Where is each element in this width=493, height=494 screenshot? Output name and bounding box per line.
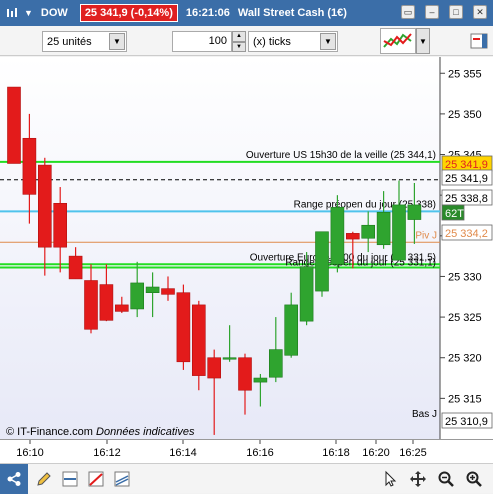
pan-icon[interactable] — [408, 469, 428, 489]
price-tick-label: 25 325 — [448, 312, 482, 324]
candle-body — [115, 304, 129, 312]
level-label: Piv J — [415, 230, 437, 241]
price-tag: 25 310,9 — [445, 416, 488, 428]
chevron-down-icon[interactable]: ▼ — [109, 33, 125, 50]
candle-body — [207, 357, 221, 379]
close-icon[interactable]: ✕ — [473, 5, 487, 19]
price-tag: 25 341,9 — [445, 159, 488, 171]
candle-body — [22, 137, 37, 195]
candlestick-chart[interactable]: Ouverture US 15h30 de la veille (25 344,… — [0, 57, 493, 439]
share-icon[interactable] — [0, 464, 28, 494]
symbol-label[interactable]: DOW — [41, 7, 68, 19]
candle-body — [238, 357, 252, 391]
chart-area[interactable]: Ouverture US 15h30 de la veille (25 344,… — [0, 57, 493, 439]
clock-label: 16:21:06 — [185, 7, 230, 19]
price-tick-label: 25 320 — [448, 353, 482, 365]
candle-body — [268, 349, 283, 378]
price-tag: 25 334,2 — [445, 228, 488, 240]
tick-count-input[interactable]: 100 — [172, 31, 232, 52]
candle-body — [161, 288, 175, 295]
indicators-icon — [383, 33, 412, 48]
time-tick-label: 16:10 — [16, 447, 44, 459]
price-tag: 25 338,8 — [445, 193, 488, 205]
level-label: Ouverture US 15h30 de la veille (25 344,… — [246, 150, 436, 161]
chart-type-icon[interactable] — [6, 7, 18, 19]
source-note: Données indicatives — [96, 426, 195, 438]
chevron-down-icon[interactable]: ▼ — [416, 28, 430, 54]
units-select[interactable]: 25 unités ▼ — [42, 31, 127, 52]
candle-body — [392, 204, 406, 261]
chevron-down-icon[interactable]: ▼ — [24, 8, 33, 18]
data-source: © IT-Finance.com Données indicatives — [6, 426, 194, 438]
time-tick-label: 16:20 — [362, 447, 390, 459]
candle-body — [68, 255, 83, 280]
trendline-tool-icon[interactable] — [86, 469, 106, 489]
time-tick-label: 16:18 — [322, 447, 350, 459]
instrument-name: Wall Street Cash (1€) — [237, 7, 347, 19]
pencil-icon[interactable] — [34, 469, 54, 489]
candle-body — [130, 282, 144, 310]
candle-body — [253, 377, 268, 383]
indicators-button[interactable] — [380, 28, 416, 54]
spin-up-icon[interactable]: ▲ — [232, 31, 246, 42]
candle-body — [330, 207, 345, 265]
price-tick-label: 25 330 — [448, 271, 482, 283]
time-tick-label: 16:14 — [169, 447, 197, 459]
candle-body — [299, 266, 314, 322]
price-tag: 62T — [445, 208, 464, 220]
price-tag: 25 341,9 — [445, 173, 488, 185]
candle-body — [345, 233, 360, 240]
source-provider: © IT-Finance.com — [6, 426, 93, 438]
candle-body — [407, 204, 422, 220]
candle-body — [99, 284, 114, 321]
period-value: (x) ticks — [253, 35, 291, 48]
price-tick-label: 25 355 — [448, 68, 482, 80]
candle-body — [7, 86, 21, 164]
title-bar: ▼ DOW 25 341,9 (-0,14%) 16:21:06 Wall St… — [0, 0, 493, 26]
period-select[interactable]: (x) ticks ▼ — [248, 31, 338, 52]
channel-tool-icon[interactable] — [112, 469, 132, 489]
candle-body — [284, 304, 299, 356]
candle-body — [315, 231, 329, 292]
price-tick-label: 25 350 — [448, 109, 482, 121]
zoom-in-icon[interactable] — [464, 469, 484, 489]
side-panel-icon[interactable] — [468, 28, 490, 54]
horizontal-line-tool-icon[interactable] — [60, 469, 80, 489]
tick-count-stepper[interactable]: ▲ ▼ — [232, 31, 246, 52]
time-axis: 16:10 16:12 16:14 16:16 16:18 16:20 16:25 — [0, 439, 493, 463]
candle-body — [361, 224, 376, 239]
time-tick-label: 16:12 — [93, 447, 121, 459]
restore-icon[interactable]: ▭ — [401, 5, 415, 19]
zoom-out-icon[interactable] — [436, 469, 456, 489]
price-badge: 25 341,9 (-0,14%) — [79, 4, 178, 22]
plot-background — [0, 57, 440, 439]
candle-body — [192, 304, 206, 376]
candle-body — [376, 211, 391, 246]
cursor-icon[interactable] — [380, 469, 400, 489]
candle-body — [176, 292, 191, 363]
candle-body — [222, 357, 237, 360]
time-tick-label: 16:25 — [399, 447, 427, 459]
candle-body — [37, 164, 52, 248]
candle-body — [53, 202, 68, 248]
spin-down-icon[interactable]: ▼ — [232, 41, 246, 52]
maximize-icon[interactable]: □ — [449, 5, 463, 19]
candle-body — [84, 280, 98, 330]
units-value: 25 unités — [47, 35, 92, 48]
bottom-toolbar — [0, 463, 493, 494]
bas-label: Bas J — [412, 409, 437, 420]
price-tick-label: 25 315 — [448, 393, 482, 405]
minimize-icon[interactable]: – — [425, 5, 439, 19]
candle-body — [145, 286, 160, 294]
time-tick-label: 16:16 — [246, 447, 274, 459]
chevron-down-icon[interactable]: ▼ — [320, 33, 336, 50]
